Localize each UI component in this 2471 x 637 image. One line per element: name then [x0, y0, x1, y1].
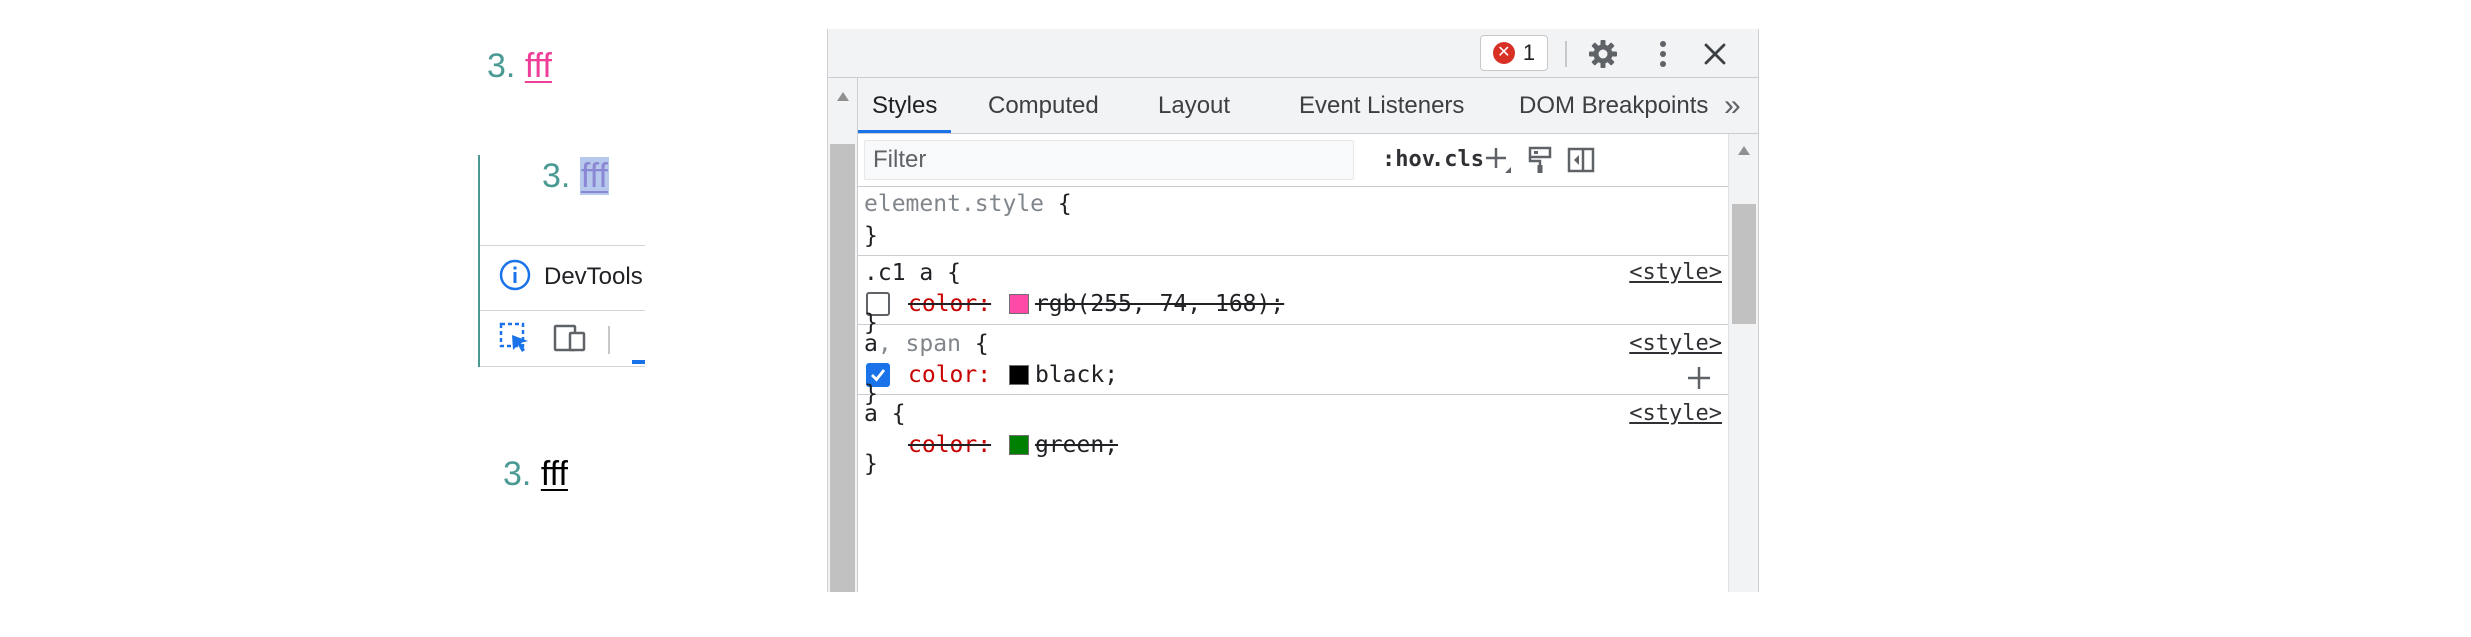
scroll-up-arrow-icon[interactable]	[837, 92, 849, 101]
add-property-plus-icon[interactable]	[1684, 363, 1714, 393]
toolbar-separator	[608, 326, 610, 354]
error-count-badge[interactable]: ✕ 1	[1480, 35, 1548, 71]
preview-link-black[interactable]: fff	[541, 455, 568, 493]
list-number: 3.	[503, 455, 532, 493]
scroll-up-arrow-icon[interactable]	[1738, 146, 1750, 155]
active-tab-indicator	[632, 360, 645, 364]
rule-a-span: a, span { <style> color: black; }	[858, 325, 1728, 407]
active-tab-underline	[858, 130, 952, 133]
left-scrollbar[interactable]	[828, 78, 858, 592]
rule-selector: .c1 a {	[864, 260, 961, 286]
devtools-info-row: DevTools	[498, 257, 643, 297]
property-name[interactable]: color:	[908, 432, 991, 458]
mini-devtools-toolbar	[498, 320, 610, 360]
rule-a: a { <style> color: green; }	[858, 395, 1728, 477]
rule-close-brace: }	[864, 451, 878, 477]
color-swatch[interactable]	[1008, 294, 1029, 314]
preview-link-selected[interactable]: fff	[579, 157, 609, 195]
tab-styles[interactable]: Styles	[858, 78, 952, 133]
devtools-top-bar: ✕ 1	[828, 29, 1758, 78]
toolbar-separator	[1565, 41, 1567, 67]
devtools-panel: ✕ 1 Styles Computed Layout Event Listene…	[827, 29, 1759, 592]
scrollbar-thumb[interactable]	[830, 144, 855, 592]
error-count: 1	[1522, 40, 1536, 65]
embedded-devtools-frame: 3. fff DevTools	[478, 155, 645, 367]
close-icon[interactable]	[1698, 37, 1732, 71]
rule-selector: element.style {	[864, 191, 1072, 217]
property-name[interactable]: color:	[908, 362, 991, 388]
divider	[480, 245, 645, 246]
rule-selector: a, span {	[864, 331, 989, 357]
property-declaration: color: black;	[908, 360, 1118, 390]
kebab-menu-icon[interactable]	[1646, 37, 1680, 71]
scrollbar-thumb[interactable]	[1732, 204, 1756, 324]
filter-input[interactable]	[864, 140, 1354, 180]
rule-element-style: element.style { }	[858, 187, 1728, 256]
toggle-sidebar-icon[interactable]	[1564, 143, 1598, 177]
preview-line-3: 3. fff	[503, 455, 568, 494]
hov-toggle[interactable]: :hov	[1382, 134, 1435, 186]
rule-source-link[interactable]: <style>	[1629, 399, 1722, 429]
preview-line-2: 3. fff	[542, 157, 609, 196]
more-tabs-chevron-icon[interactable]: »	[1724, 78, 1741, 133]
tab-layout[interactable]: Layout	[1158, 78, 1230, 133]
rule-source-link[interactable]: <style>	[1629, 258, 1722, 288]
rule-source-link[interactable]: <style>	[1629, 329, 1722, 359]
styles-rules-pane: element.style { } .c1 a { <style> color:…	[858, 187, 1728, 592]
tab-computed[interactable]: Computed	[988, 78, 1099, 133]
device-toolbar-icon[interactable]	[552, 321, 588, 360]
cls-toggle[interactable]: .cls	[1431, 134, 1484, 186]
preview-line-1: 3. fff	[487, 47, 552, 86]
gear-icon[interactable]	[1586, 37, 1620, 71]
styles-toolbar: :hov .cls	[858, 134, 1728, 187]
property-value[interactable]: green;	[1035, 432, 1118, 458]
list-number: 3.	[542, 157, 571, 195]
divider	[480, 366, 645, 367]
property-value[interactable]: rgb(255, 74, 168);	[1035, 291, 1284, 317]
devtools-info-text: DevTools	[544, 263, 643, 290]
error-icon: ✕	[1492, 42, 1515, 64]
property-value[interactable]: black;	[1035, 362, 1118, 388]
rule-close-brace: }	[864, 223, 878, 249]
tab-dom-breakpoints[interactable]: DOM Breakpoints	[1519, 78, 1708, 133]
inspect-element-icon[interactable]	[498, 321, 532, 360]
property-name[interactable]: color:	[908, 291, 991, 317]
info-icon	[498, 258, 532, 297]
color-swatch[interactable]	[1008, 365, 1029, 385]
list-number: 3.	[487, 47, 516, 85]
tab-event-listeners[interactable]: Event Listeners	[1299, 78, 1464, 133]
styles-scrollbar[interactable]	[1728, 134, 1758, 592]
color-swatch[interactable]	[1008, 435, 1029, 455]
property-declaration: color: rgb(255, 74, 168);	[908, 289, 1284, 319]
new-style-rule-icon[interactable]	[1481, 143, 1515, 177]
paint-brush-icon[interactable]	[1523, 143, 1557, 177]
rule-selector: a {	[864, 401, 906, 427]
divider	[480, 310, 645, 311]
preview-link-pink[interactable]: fff	[525, 47, 552, 85]
property-declaration: color: green;	[908, 430, 1118, 460]
devtools-tab-bar: Styles Computed Layout Event Listeners D…	[858, 78, 1758, 134]
rule-c1-a: .c1 a { <style> color: rgb(255, 74, 168)…	[858, 256, 1728, 336]
